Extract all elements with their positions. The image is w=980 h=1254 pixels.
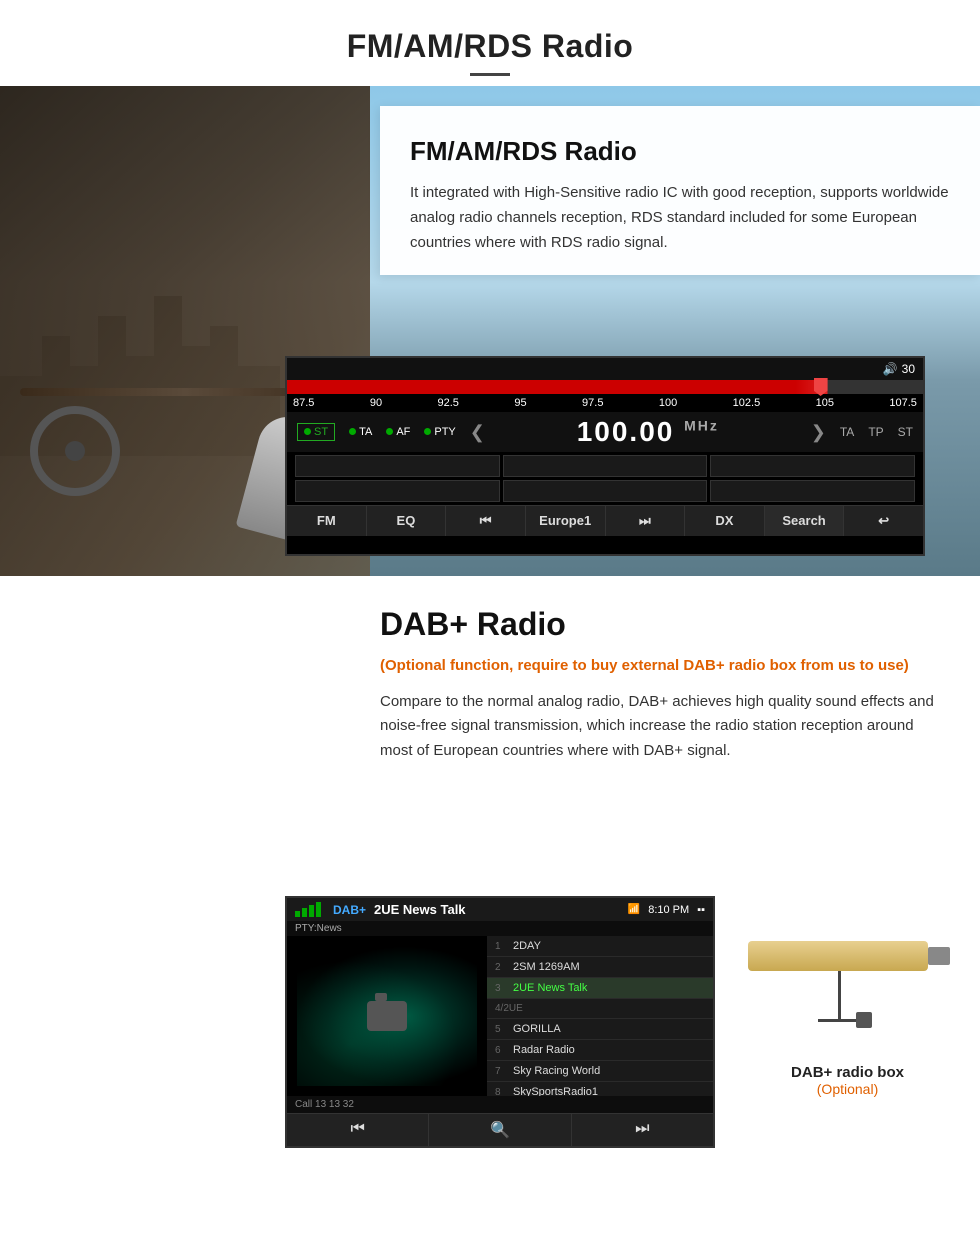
fm-button[interactable]: FM: [287, 506, 367, 536]
dx-button[interactable]: DX: [685, 506, 765, 536]
page-title-area: FM/AM/RDS Radio: [0, 0, 980, 86]
dab-dongle-body: [748, 941, 928, 971]
list-item[interactable]: 6 Radar Radio: [487, 1040, 713, 1061]
frequency-slider[interactable]: [287, 380, 923, 394]
freq-prev-arrow[interactable]: ❮: [470, 422, 485, 443]
dab-visual-area: [287, 936, 487, 1096]
dab-box-visual: [738, 916, 958, 1046]
preset-4[interactable]: [295, 480, 500, 502]
list-item[interactable]: 8 SkySportsRadio1: [487, 1082, 713, 1096]
ta-dot: [349, 428, 356, 435]
freq-unit: MHz: [684, 418, 719, 434]
st-tag: ST: [898, 425, 913, 439]
dab-box-main-label: DAB+ radio box: [791, 1064, 904, 1081]
dab-status-area: 📶 8:10 PM ▪▪: [628, 904, 705, 916]
ta-tag: TA: [840, 425, 854, 439]
preset-3[interactable]: [710, 455, 915, 477]
freq-marker: [814, 378, 828, 396]
presets-grid: [295, 455, 915, 502]
dab-box-label: DAB+ radio box (Optional): [791, 1064, 904, 1097]
dab-ui-row: DAB+ 2UE News Talk 📶 8:10 PM ▪▪ PTY:News: [0, 896, 980, 1178]
tp-tag: TP: [868, 425, 883, 439]
dab-text-section: DAB+ Radio (Optional function, require t…: [0, 576, 980, 896]
dab-call-text: Call 13 13 32: [295, 1099, 354, 1110]
dab-camera-icon: [367, 1001, 407, 1031]
dab-description: Compare to the normal analog radio, DAB+…: [380, 690, 950, 764]
hero-section: FM/AM/RDS Radio It integrated with High-…: [0, 86, 980, 576]
dab-pty-bar: PTY:News: [287, 921, 713, 936]
list-item[interactable]: 5 GORILLA: [487, 1019, 713, 1040]
dab-label: DAB+: [333, 903, 366, 917]
preset-1[interactable]: [295, 455, 500, 477]
dab-search-button[interactable]: 🔍: [429, 1114, 571, 1146]
europe1-button[interactable]: Europe1: [526, 506, 606, 536]
pty-dot: [424, 428, 431, 435]
eq-button[interactable]: EQ: [367, 506, 447, 536]
dab-signal-area: DAB+ 2UE News Talk: [295, 902, 466, 917]
dab-signal-icon: 📶: [628, 904, 640, 915]
radio-bottom-bar: FM EQ ⏮ Europe1 ⏭ DX Search ↩: [287, 505, 923, 536]
dab-main-section: DAB+ Radio (Optional function, require t…: [0, 576, 980, 1178]
dab-plug: [856, 1012, 872, 1028]
search-button[interactable]: Search: [765, 506, 845, 536]
prev-button[interactable]: ⏮: [446, 506, 526, 536]
dab-pty-label: PTY:News: [295, 923, 342, 934]
dab-optional-text: (Optional function, require to buy exter…: [380, 655, 950, 678]
dab-usb-connector: [928, 947, 950, 965]
fm-heading: FM/AM/RDS Radio: [410, 136, 950, 167]
dab-call-bar: Call 13 13 32: [287, 1096, 713, 1113]
dab-content-area: 1 2DAY 2 2SM 1269AM 3 2UE News Talk 4/2U…: [287, 936, 713, 1096]
list-item[interactable]: 1 2DAY: [487, 936, 713, 957]
freq-next-arrow[interactable]: ❯: [811, 422, 826, 443]
signal-bar-4: [316, 902, 321, 917]
dab-prev-button[interactable]: ⏮: [287, 1114, 429, 1146]
preset-5[interactable]: [503, 480, 708, 502]
dab-bottom-bar: ⏮ 🔍 ⏭: [287, 1113, 713, 1146]
dab-cable-horizontal: [818, 1019, 858, 1022]
list-item[interactable]: 7 Sky Racing World: [487, 1061, 713, 1082]
st-dot: [304, 428, 311, 435]
signal-bar-2: [302, 908, 307, 917]
radio-top-bar: 🔊 30: [287, 358, 923, 380]
ta-button[interactable]: TA: [349, 426, 372, 438]
dab-top-bar: DAB+ 2UE News Talk 📶 8:10 PM ▪▪: [287, 898, 713, 921]
dab-time: 8:10 PM: [648, 904, 689, 916]
af-button[interactable]: AF: [386, 426, 410, 438]
preset-2[interactable]: [503, 455, 708, 477]
pty-button[interactable]: PTY: [424, 426, 455, 438]
list-item[interactable]: 4/2UE: [487, 999, 713, 1019]
steering-wheel: [30, 406, 120, 496]
dab-battery-icon: ▪▪: [697, 904, 705, 916]
dab-station-name: 2UE News Talk: [374, 902, 466, 917]
st-button[interactable]: ST: [297, 423, 335, 441]
volume-icon: 🔊: [883, 362, 898, 376]
dab-heading: DAB+ Radio: [380, 606, 950, 643]
fm-description: It integrated with High-Sensitive radio …: [410, 181, 950, 255]
freq-labels: 87.5 90 92.5 95 97.5 100 102.5 105 107.5: [287, 394, 923, 412]
dab-box-optional-label: (Optional): [791, 1081, 904, 1097]
dab-cable-vertical: [838, 971, 841, 1021]
page-title: FM/AM/RDS Radio: [0, 28, 980, 65]
radio-ui-screenshot: 🔊 30 87.5 90 92.5 95 97.5 100 102.5 105 …: [285, 356, 925, 556]
title-underline: [470, 73, 510, 76]
list-item-active[interactable]: 3 2UE News Talk: [487, 978, 713, 999]
signal-bar-1: [295, 911, 300, 917]
freq-display: 100.00 MHz: [499, 416, 797, 448]
list-item[interactable]: 2 2SM 1269AM: [487, 957, 713, 978]
dab-screen-ui: DAB+ 2UE News Talk 📶 8:10 PM ▪▪ PTY:News: [285, 896, 715, 1148]
volume-level: 30: [902, 362, 915, 376]
preset-6[interactable]: [710, 480, 915, 502]
back-button[interactable]: ↩: [844, 506, 923, 536]
signal-bar-3: [309, 905, 314, 917]
next-button[interactable]: ⏭: [606, 506, 686, 536]
fm-info-box: FM/AM/RDS Radio It integrated with High-…: [380, 106, 980, 275]
af-dot: [386, 428, 393, 435]
dab-signal-bars: [295, 902, 321, 917]
dab-box-area: DAB+ radio box (Optional): [735, 896, 960, 1097]
dab-next-button[interactable]: ⏭: [572, 1114, 713, 1146]
radio-controls-row: ST TA AF PTY ❮ 100.00 MHz ❯ TA TP ST: [287, 412, 923, 452]
dab-station-list: 1 2DAY 2 2SM 1269AM 3 2UE News Talk 4/2U…: [487, 936, 713, 1096]
